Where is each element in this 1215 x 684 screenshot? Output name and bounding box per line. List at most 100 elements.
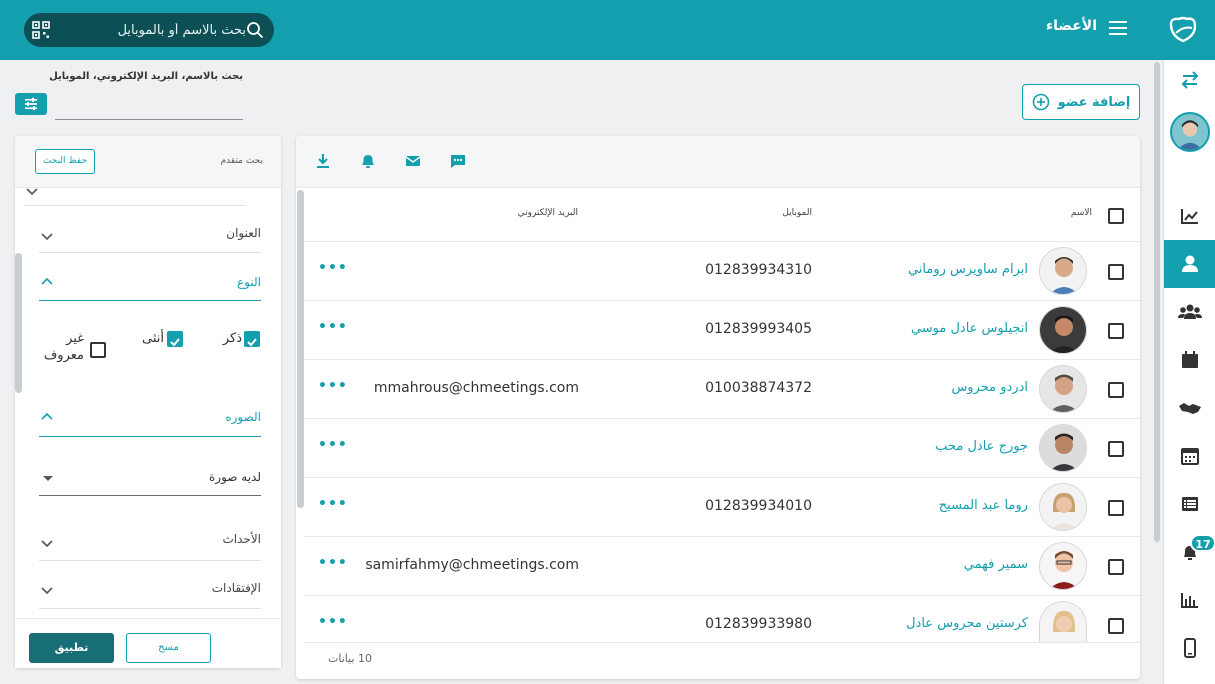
- filter-section-absences[interactable]: الإفتقادات: [39, 561, 261, 609]
- member-name-link[interactable]: روما عبد المسيح: [939, 498, 1028, 513]
- chevron-up-icon: [41, 277, 53, 285]
- table-row[interactable]: سمير فهمي samirfahmy@chmeetings.com •••: [304, 537, 1140, 596]
- table-header-row: الاسم الموبايل البريد الإلكتروني: [304, 188, 1140, 242]
- gender-male-checkbox[interactable]: [244, 331, 260, 347]
- member-mobile: 012839993405: [705, 321, 812, 337]
- mobile-phone-icon[interactable]: [1176, 634, 1204, 662]
- calendar-icon[interactable]: [1176, 346, 1204, 374]
- member-name-link[interactable]: ابرام ساويرس روماني: [908, 262, 1028, 277]
- member-name-link[interactable]: انجيلوس عادل موسي: [911, 321, 1028, 336]
- member-user-icon[interactable]: [1176, 250, 1204, 278]
- qr-code-icon[interactable]: [32, 21, 50, 39]
- email-envelope-icon[interactable]: [404, 152, 422, 170]
- gender-unknown-checkbox[interactable]: [90, 342, 106, 358]
- member-search-input[interactable]: [55, 80, 243, 120]
- row-checkbox[interactable]: [1108, 441, 1124, 457]
- chevron-up-icon: [41, 412, 53, 420]
- row-more-actions-button[interactable]: •••: [318, 614, 348, 630]
- member-name-link[interactable]: ادردو محروس: [951, 380, 1028, 395]
- advanced-search-title: بحث متقدم: [220, 156, 263, 166]
- row-more-actions-button[interactable]: •••: [318, 496, 348, 512]
- global-search-input[interactable]: [56, 13, 246, 47]
- filter-toggle-button[interactable]: [15, 93, 47, 115]
- check-icon: [170, 338, 180, 347]
- chevron-down-icon: [26, 188, 38, 196]
- table-scrollbar[interactable]: [297, 190, 304, 508]
- members-table-panel: الاسم الموبايل البريد الإلكتروني ابرام س…: [296, 136, 1140, 679]
- chevron-down-icon: [41, 587, 53, 595]
- apply-filter-button[interactable]: تطبيق: [29, 633, 114, 663]
- table-row[interactable]: ابرام ساويرس روماني 012839934310 •••: [304, 242, 1140, 301]
- row-checkbox[interactable]: [1108, 559, 1124, 575]
- member-name-link[interactable]: سمير فهمي: [964, 557, 1028, 572]
- record-count: 10 بيانات: [328, 652, 372, 665]
- filter-photo-label: الصوره: [225, 410, 261, 424]
- dashboard-chart-icon[interactable]: [1176, 202, 1204, 230]
- row-checkbox[interactable]: [1108, 323, 1124, 339]
- main-scrollbar[interactable]: [1154, 62, 1160, 542]
- gender-male-label: ذكر: [222, 331, 242, 346]
- bell-icon[interactable]: [359, 152, 377, 170]
- row-more-actions-button[interactable]: •••: [318, 437, 348, 453]
- filter-panel-scrollbar[interactable]: [15, 253, 22, 393]
- global-search[interactable]: [24, 13, 274, 47]
- row-checkbox[interactable]: [1108, 264, 1124, 280]
- add-member-button[interactable]: إضافة عضو: [1022, 84, 1140, 120]
- table-row[interactable]: ادردو محروس 010038874372 mmahrous@chmeet…: [304, 360, 1140, 419]
- filter-section-photo[interactable]: الصوره: [39, 390, 261, 437]
- filter-section-events[interactable]: الأحداث: [39, 514, 261, 561]
- notification-count-badge: 17: [1190, 534, 1215, 552]
- member-avatar: [1039, 365, 1087, 413]
- row-more-actions-button[interactable]: •••: [318, 378, 348, 394]
- filter-section-gender[interactable]: النوع: [39, 253, 261, 301]
- download-icon[interactable]: [314, 152, 332, 170]
- gender-unknown-label: غير معروف: [43, 331, 84, 363]
- table-row[interactable]: كرستين محروس عادل 012839933980 •••: [304, 596, 1140, 642]
- table-row[interactable]: جورج عادل محب •••: [304, 419, 1140, 478]
- save-search-button[interactable]: حفظ البحث: [35, 149, 95, 174]
- row-more-actions-button[interactable]: •••: [318, 555, 348, 571]
- user-avatar[interactable]: [1170, 112, 1210, 152]
- member-mobile: 012839934010: [705, 498, 812, 514]
- column-header-name[interactable]: الاسم: [1071, 208, 1092, 218]
- schedule-calendar-icon[interactable]: [1176, 442, 1204, 470]
- filter-address-label: العنوان: [226, 226, 261, 240]
- caret-down-icon: [43, 476, 53, 481]
- clear-filter-button[interactable]: مسح: [126, 633, 211, 663]
- page-title: الأعضاء: [1046, 18, 1097, 34]
- reports-bar-chart-icon[interactable]: [1176, 586, 1204, 614]
- member-mobile: 012839933980: [705, 616, 812, 632]
- select-all-checkbox[interactable]: [1108, 208, 1124, 224]
- member-avatar: [1039, 483, 1087, 531]
- column-header-mobile[interactable]: الموبايل: [782, 208, 812, 218]
- member-email: samirfahmy@chmeetings.com: [365, 557, 579, 573]
- app-logo-icon[interactable]: [1167, 14, 1199, 46]
- row-checkbox[interactable]: [1108, 618, 1124, 634]
- menu-icon[interactable]: [1109, 20, 1127, 36]
- row-checkbox[interactable]: [1108, 500, 1124, 516]
- row-more-actions-button[interactable]: •••: [318, 319, 348, 335]
- row-checkbox[interactable]: [1108, 382, 1124, 398]
- gender-female-checkbox[interactable]: [167, 331, 183, 347]
- member-name-link[interactable]: كرستين محروس عادل: [906, 616, 1028, 631]
- filter-absences-label: الإفتقادات: [211, 581, 261, 595]
- switch-arrows-icon[interactable]: [1176, 66, 1204, 94]
- list-table-icon[interactable]: [1176, 490, 1204, 518]
- handshake-icon[interactable]: [1176, 394, 1204, 422]
- filter-section-address[interactable]: العنوان: [39, 206, 261, 253]
- column-header-email[interactable]: البريد الإلكتروني: [518, 208, 578, 218]
- member-name-link[interactable]: جورج عادل محب: [935, 439, 1028, 454]
- add-member-label: إضافة عضو: [1057, 94, 1131, 110]
- photo-filter-select[interactable]: لديه صورة: [39, 460, 261, 496]
- row-more-actions-button[interactable]: •••: [318, 260, 348, 276]
- sms-message-icon[interactable]: [449, 152, 467, 170]
- filter-gender-label: النوع: [237, 275, 261, 289]
- filter-sliders-icon: [25, 97, 37, 111]
- member-avatar: [1039, 306, 1087, 354]
- groups-icon[interactable]: [1176, 298, 1204, 326]
- table-row[interactable]: انجيلوس عادل موسي 012839993405 •••: [304, 301, 1140, 360]
- table-row[interactable]: روما عبد المسيح 012839934010 •••: [304, 478, 1140, 537]
- right-sidebar: 17: [1163, 60, 1215, 684]
- filter-section-hidden[interactable]: [24, 188, 246, 206]
- search-icon: [247, 22, 264, 39]
